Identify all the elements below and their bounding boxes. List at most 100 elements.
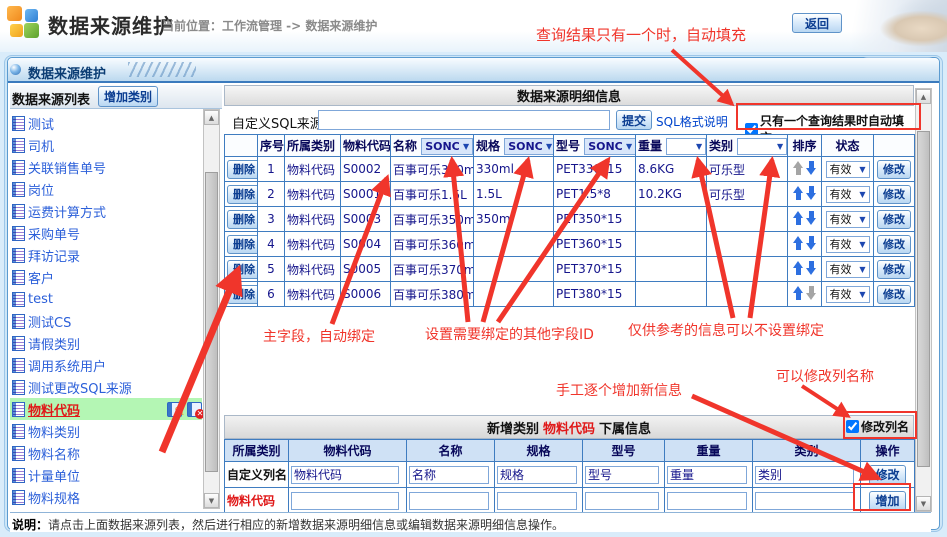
sidebar-item[interactable]: 测试CS <box>12 310 202 332</box>
delete-button[interactable]: 删除 <box>227 185 258 204</box>
sort-up-icon[interactable] <box>793 236 804 250</box>
scrollbar-thumb[interactable] <box>917 131 930 467</box>
main-scrollbar[interactable]: ▲ ▼ <box>915 88 932 512</box>
sidebar-item[interactable]: 采购单号 <box>12 222 202 244</box>
class-field-dropdown[interactable]: ▼ <box>737 138 787 155</box>
sort-up-icon[interactable] <box>793 211 804 225</box>
add-category-button[interactable]: 增加类别 <box>98 86 158 107</box>
sort-down-icon[interactable] <box>806 261 817 275</box>
panel-tab-title: 数据来源维护 <box>28 63 106 82</box>
sort-down-icon[interactable] <box>806 161 817 175</box>
status-dropdown[interactable]: 有效▼ <box>826 211 870 228</box>
sidebar-item-selected[interactable]: 物料代码 <box>10 398 202 420</box>
new-spec-input[interactable] <box>497 492 577 510</box>
modify-button[interactable]: 修改 <box>877 160 911 179</box>
sidebar-item[interactable]: 物料名称 <box>12 442 202 464</box>
new-class-input[interactable] <box>755 492 854 510</box>
sidebar-scrollbar[interactable]: ▲ ▼ <box>203 109 220 509</box>
scrollbar-thumb[interactable] <box>205 172 218 472</box>
top-header: 数据来源维护 当前位置：工作流管理 -> 数据来源维护 返回 <box>0 0 947 52</box>
submit-button[interactable]: 提交 <box>616 110 652 130</box>
rename-columns-checkbox[interactable] <box>846 420 859 433</box>
scroll-up-icon[interactable]: ▲ <box>204 110 219 125</box>
sql-source-input[interactable] <box>318 110 610 130</box>
scroll-up-icon[interactable]: ▲ <box>916 89 931 104</box>
name-field-dropdown[interactable]: SONC▼ <box>421 138 473 155</box>
modify-button[interactable]: 修改 <box>877 235 911 254</box>
table-row: 删除 5 物料代码 S0005 百事可乐370ml PET370*15 有效▼ … <box>225 257 915 282</box>
annotation-main-field: 主字段，自动绑定 <box>263 326 375 346</box>
sidebar-item[interactable]: 运费计算方式 <box>12 200 202 222</box>
sidebar-item[interactable]: 测试 <box>12 112 202 134</box>
sort-down-icon[interactable] <box>806 186 817 200</box>
delete-button[interactable]: 删除 <box>227 160 258 179</box>
custom-row-label: 自定义列名 <box>225 462 289 488</box>
sidebar-item[interactable]: 物料规格 <box>12 486 202 508</box>
sort-down-icon[interactable] <box>806 286 817 300</box>
new-name-input[interactable] <box>409 492 489 510</box>
modify-button[interactable]: 修改 <box>877 210 911 229</box>
new-model-input[interactable] <box>585 492 659 510</box>
status-dropdown[interactable]: 有效▼ <box>826 261 870 278</box>
edit-icon[interactable] <box>167 402 182 417</box>
sidebar-item[interactable]: 测试更改SQL来源 <box>12 376 202 398</box>
sidebar-item[interactable]: 客户 <box>12 266 202 288</box>
status-dropdown[interactable]: 有效▼ <box>826 186 870 203</box>
sort-up-icon[interactable] <box>793 261 804 275</box>
delete-button[interactable]: 删除 <box>227 260 258 279</box>
add-entry-row: 物料代码 增加 <box>225 488 915 514</box>
sidebar-item[interactable]: 请假类别 <box>12 332 202 354</box>
status-dropdown[interactable]: 有效▼ <box>826 286 870 303</box>
delete-button[interactable]: 删除 <box>227 235 258 254</box>
rename-columns-label: 修改列名 <box>861 418 909 435</box>
col-class: 类别 ▼ <box>707 135 788 157</box>
scroll-down-icon[interactable]: ▼ <box>204 493 219 508</box>
custom-col-input-weight[interactable] <box>667 466 747 484</box>
delete-button[interactable]: 删除 <box>227 210 258 229</box>
custom-col-input-spec[interactable] <box>497 466 577 484</box>
document-icon <box>12 402 25 417</box>
sql-bar: 自定义SQL来源: 提交 SQL格式说明 只有一个查询结果时自动填充 <box>224 106 914 134</box>
sql-source-label: 自定义SQL来源: <box>232 113 327 132</box>
sql-format-help-link[interactable]: SQL格式说明 <box>656 113 728 130</box>
add-button[interactable]: 增加 <box>869 491 905 511</box>
weight-field-dropdown[interactable]: ▼ <box>666 138 706 155</box>
sort-up-icon[interactable] <box>793 161 804 175</box>
sort-down-icon[interactable] <box>806 211 817 225</box>
sidebar-item[interactable]: 物料类别 <box>12 420 202 442</box>
status-dropdown[interactable]: 有效▼ <box>826 236 870 253</box>
custom-col-input-model[interactable] <box>585 466 659 484</box>
document-icon <box>12 314 25 329</box>
modify-button[interactable]: 修改 <box>877 185 911 204</box>
sidebar-item[interactable]: 司机 <box>12 134 202 156</box>
delete-icon[interactable] <box>187 402 202 417</box>
new-category-caption: 新增类别 物料代码 下属信息 <box>224 415 914 439</box>
sidebar-item[interactable]: 拜访记录 <box>12 244 202 266</box>
custom-col-input-code[interactable] <box>291 466 399 484</box>
sort-up-icon[interactable] <box>793 186 804 200</box>
custom-col-input-name[interactable] <box>409 466 489 484</box>
sidebar-item[interactable]: 关联销售单号 <box>12 156 202 178</box>
modify-button[interactable]: 修改 <box>877 260 911 279</box>
status-dropdown[interactable]: 有效▼ <box>826 161 870 178</box>
new-weight-input[interactable] <box>667 492 747 510</box>
scroll-down-icon[interactable]: ▼ <box>916 496 931 511</box>
sidebar-item[interactable]: test <box>12 288 202 310</box>
spec-field-dropdown[interactable]: SONC▼ <box>504 138 553 155</box>
sidebar-item[interactable]: 调用系统用户 <box>12 354 202 376</box>
table-row: 删除 4 物料代码 S0004 百事可乐360ml PET360*15 有效▼ … <box>225 232 915 257</box>
sort-up-icon[interactable] <box>793 286 804 300</box>
modify-button[interactable]: 修改 <box>877 285 911 304</box>
delete-button[interactable]: 删除 <box>227 285 258 304</box>
document-icon <box>12 490 25 505</box>
sidebar-item[interactable]: 计量单位 <box>12 464 202 486</box>
col-category: 所属类别 <box>285 135 341 157</box>
model-field-dropdown[interactable]: SONC▼ <box>584 138 635 155</box>
custom-col-input-class[interactable] <box>755 466 854 484</box>
col-code: 物料代码 <box>341 135 391 157</box>
sidebar-item[interactable]: 岗位 <box>12 178 202 200</box>
modify-columns-button[interactable]: 修改 <box>869 465 905 485</box>
sort-down-icon[interactable] <box>806 236 817 250</box>
new-code-input[interactable] <box>291 492 399 510</box>
document-icon <box>12 380 25 395</box>
